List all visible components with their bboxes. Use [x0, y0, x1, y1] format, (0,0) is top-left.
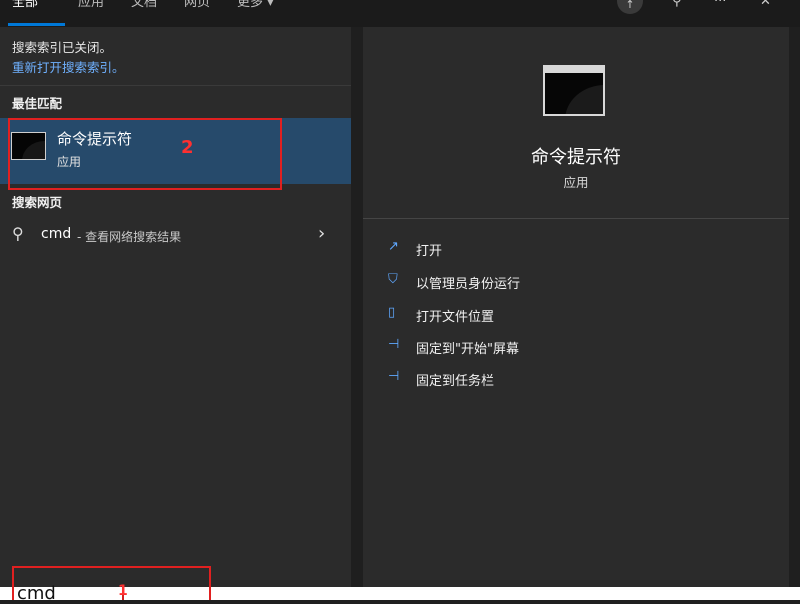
shield-icon: ⛉	[388, 272, 398, 287]
action-open-label: 打开	[416, 244, 443, 259]
active-tab-indicator	[8, 23, 65, 26]
action-open-file-location-label: 打开文件位置	[416, 310, 495, 325]
divider	[363, 218, 789, 219]
command-prompt-large-icon	[543, 65, 605, 116]
detail-title: 命令提示符	[531, 147, 621, 168]
tab-web[interactable]: 网页	[184, 0, 210, 13]
action-open[interactable]: ↗ 打开	[363, 237, 789, 261]
detail-subtitle: 应用	[563, 175, 589, 190]
action-pin-to-taskbar-label: 固定到任务栏	[416, 374, 495, 389]
annotation-number-2: 2	[181, 137, 194, 158]
best-match-heading: 最佳匹配	[12, 96, 63, 111]
action-open-file-location[interactable]: ▯ 打开文件位置	[363, 303, 789, 327]
profile-icon[interactable]: ↑	[617, 0, 643, 14]
feedback-icon[interactable]: ⚲	[672, 0, 682, 10]
tab-apps[interactable]: 应用	[78, 0, 104, 13]
tab-more[interactable]: 更多 ▾	[237, 0, 274, 13]
action-pin-to-start-label: 固定到"开始"屏幕	[416, 342, 519, 357]
tab-documents[interactable]: 文档	[131, 0, 157, 13]
results-panel: 搜索索引已关闭。 重新打开搜索索引。 最佳匹配 命令提示符 应用 2 搜索网页 …	[0, 27, 351, 587]
folder-icon: ▯	[388, 305, 396, 320]
web-query-description: - 查看网络搜索结果	[77, 230, 182, 244]
web-query-text: cmd	[41, 226, 72, 242]
action-pin-to-start[interactable]: ⊣ 固定到"开始"屏幕	[363, 335, 789, 359]
more-options-icon[interactable]: ···	[714, 0, 726, 10]
web-search-heading: 搜索网页	[12, 195, 63, 210]
annotation-number-1: 1	[118, 583, 128, 599]
tab-all[interactable]: 全部	[12, 0, 38, 13]
action-run-as-admin-label: 以管理员身份运行	[416, 277, 521, 292]
index-off-notice: 搜索索引已关闭。	[12, 40, 113, 55]
chevron-right-icon[interactable]: ›	[318, 223, 325, 244]
action-pin-to-taskbar[interactable]: ⊣ 固定到任务栏	[363, 367, 789, 391]
close-icon[interactable]: ✕	[760, 0, 771, 10]
search-icon: ⚲	[12, 224, 24, 243]
reenable-index-link[interactable]: 重新打开搜索索引。	[12, 57, 125, 76]
top-bar: 全部 应用 文档 网页 更多 ▾ ↑ ⚲ ··· ✕	[0, 0, 800, 27]
web-search-result[interactable]: ⚲ cmd - 查看网络搜索结果 ›	[0, 220, 351, 250]
open-icon: ↗	[388, 239, 399, 254]
action-run-as-admin[interactable]: ⛉ 以管理员身份运行	[363, 270, 789, 294]
annotation-box-2	[8, 118, 282, 190]
annotation-box-1	[12, 566, 211, 600]
pin-icon: ⊣	[388, 369, 400, 384]
divider	[0, 85, 351, 86]
pin-icon: ⊣	[388, 337, 400, 352]
detail-panel: 命令提示符 应用 ↗ 打开 ⛉ 以管理员身份运行 ▯ 打开文件位置 ⊣ 固定到"…	[363, 27, 789, 587]
